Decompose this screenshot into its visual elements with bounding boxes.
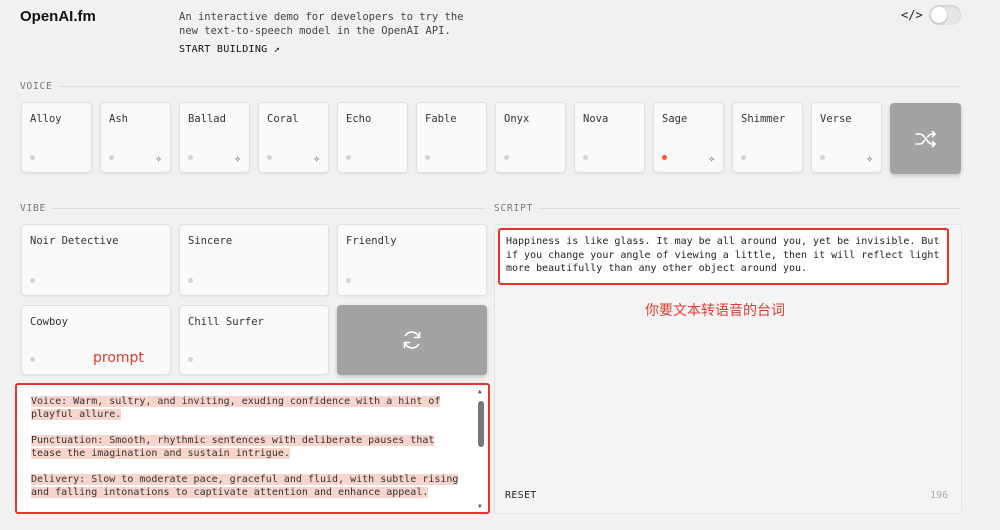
voice-card-shimmer[interactable]: Shimmer — [732, 102, 803, 173]
vibe-card-label: Friendly — [346, 235, 397, 247]
scroll-up-icon[interactable]: ▲ — [478, 389, 482, 395]
voice-card-label: Ballad — [188, 113, 226, 125]
voice-card-label: Verse — [820, 113, 852, 125]
sparkle-icon: ✧ — [313, 152, 320, 165]
vibe-card-label: Cowboy — [30, 316, 68, 328]
voice-card-alloy[interactable]: Alloy — [21, 102, 92, 173]
prompt-scrollbar[interactable]: ▲ ▼ — [477, 389, 485, 510]
voice-card-ash[interactable]: Ash ✧ — [100, 102, 171, 173]
prompt-paragraph-punctuation: Punctuation: Smooth, rhythmic sentences … — [31, 434, 471, 460]
vibe-prompt-text: Voice: Warm, sultry, and inviting, exudi… — [31, 395, 471, 512]
voice-selected-dot — [662, 155, 667, 160]
script-textarea[interactable]: Happiness is like glass. It may be all a… — [498, 228, 949, 285]
script-section-label: SCRIPT — [494, 203, 534, 214]
vibe-prompt-textarea[interactable]: Voice: Warm, sultry, and inviting, exudi… — [15, 383, 490, 514]
scroll-down-icon[interactable]: ▼ — [478, 504, 482, 510]
character-count: 196 — [930, 490, 949, 501]
voice-card-label: Shimmer — [741, 113, 786, 125]
prompt-paragraph-delivery: Delivery: Slow to moderate pace, gracefu… — [31, 473, 471, 499]
voice-card-sage[interactable]: Sage ✧ — [653, 102, 724, 173]
logo: OpenAI.fm — [20, 8, 96, 25]
voice-indicator-dot — [583, 155, 588, 160]
vibe-indicator-dot — [30, 357, 35, 362]
voice-card-label: Coral — [267, 113, 299, 125]
prompt-line: and falling intonations to captivate att… — [31, 487, 429, 498]
vibe-card-label: Sincere — [188, 235, 233, 247]
vibe-indicator-dot — [188, 278, 193, 283]
prompt-line: Delivery: Slow to moderate pace, gracefu… — [31, 474, 459, 485]
prompt-line: playful allure. — [31, 409, 122, 420]
sparkle-icon: ✧ — [866, 152, 873, 165]
shuffle-voice-button[interactable] — [890, 103, 961, 174]
voice-card-ballad[interactable]: Ballad ✧ — [179, 102, 250, 173]
voice-indicator-dot — [109, 155, 114, 160]
vibe-card-label: Noir Detective — [30, 235, 119, 247]
voice-indicator-dot — [346, 155, 351, 160]
sparkle-icon: ✧ — [234, 152, 241, 165]
voice-card-label: Sage — [662, 113, 688, 125]
intro-text: An interactive demo for developers to tr… — [179, 10, 479, 38]
reset-button[interactable]: RESET — [505, 490, 537, 501]
refresh-vibes-button[interactable] — [337, 305, 487, 375]
vibe-indicator-dot — [188, 357, 193, 362]
voice-card-echo[interactable]: Echo — [337, 102, 408, 173]
vibe-card-label: Chill Surfer — [188, 316, 264, 328]
prompt-line: tease the imagination and sustain intrig… — [31, 448, 290, 459]
voice-card-fable[interactable]: Fable — [416, 102, 487, 173]
voice-card-onyx[interactable]: Onyx — [495, 102, 566, 173]
voice-card-label: Fable — [425, 113, 457, 125]
voice-section-label: VOICE — [20, 81, 53, 92]
vibe-card-noir-detective[interactable]: Noir Detective — [21, 224, 171, 296]
voice-indicator-dot — [425, 155, 430, 160]
script-divider — [538, 208, 961, 209]
shuffle-icon — [914, 130, 936, 147]
voice-card-label: Onyx — [504, 113, 530, 125]
prompt-annotation: prompt — [93, 350, 144, 366]
vibe-divider — [52, 208, 486, 209]
voice-indicator-dot — [188, 155, 193, 160]
prompt-line: Punctuation: Smooth, rhythmic sentences … — [31, 435, 435, 446]
theme-toggle[interactable] — [929, 5, 961, 25]
voice-card-nova[interactable]: Nova — [574, 102, 645, 173]
vibe-indicator-dot — [346, 278, 351, 283]
voice-indicator-dot — [741, 155, 746, 160]
voice-card-label: Echo — [346, 113, 372, 125]
vibe-card-friendly[interactable]: Friendly — [337, 224, 487, 296]
prompt-line: Voice: Warm, sultry, and inviting, exudi… — [31, 396, 441, 407]
voice-card-label: Nova — [583, 113, 609, 125]
sparkle-icon: ✧ — [708, 152, 715, 165]
vibe-card-chill-surfer[interactable]: Chill Surfer — [179, 305, 329, 375]
intro-line-2: new text-to-speech model in the OpenAI A… — [179, 25, 451, 37]
toggle-knob — [931, 7, 947, 23]
vibe-indicator-dot — [30, 278, 35, 283]
voice-indicator-dot — [820, 155, 825, 160]
start-building-link[interactable]: START BUILDING ↗ — [179, 44, 280, 55]
vibe-section-label: VIBE — [20, 203, 47, 214]
script-annotation: 你要文本转语音的台词 — [645, 303, 785, 319]
intro-line-1: An interactive demo for developers to tr… — [179, 11, 464, 23]
code-icon[interactable]: </> — [901, 8, 923, 22]
script-line: if you change your angle of viewing a li… — [506, 249, 940, 261]
script-text: Happiness is like glass. It may be all a… — [506, 235, 946, 276]
voice-divider — [59, 86, 961, 87]
voice-card-verse[interactable]: Verse ✧ — [811, 102, 882, 173]
voice-card-coral[interactable]: Coral ✧ — [258, 102, 329, 173]
prompt-paragraph-voice: Voice: Warm, sultry, and inviting, exudi… — [31, 395, 471, 421]
vibe-card-sincere[interactable]: Sincere — [179, 224, 329, 296]
voice-indicator-dot — [267, 155, 272, 160]
voice-card-label: Ash — [109, 113, 128, 125]
sparkle-icon: ✧ — [155, 152, 162, 165]
script-line: Happiness is like glass. It may be all a… — [506, 236, 940, 247]
voice-card-label: Alloy — [30, 113, 62, 125]
script-line: more beautifully than any other object a… — [506, 263, 808, 274]
refresh-icon — [403, 331, 421, 349]
voice-indicator-dot — [504, 155, 509, 160]
scrollbar-thumb[interactable] — [478, 401, 484, 447]
voice-indicator-dot — [30, 155, 35, 160]
